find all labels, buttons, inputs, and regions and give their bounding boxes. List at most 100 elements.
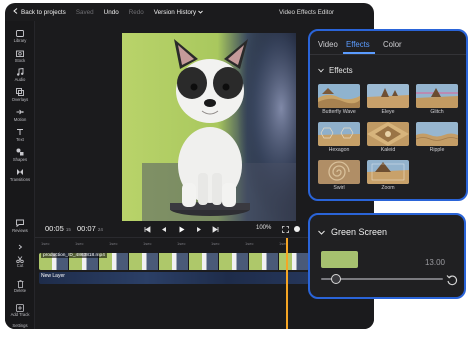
effect-eleye[interactable]: Eleye [367,84,409,115]
active-tab-indicator [343,52,375,54]
effect-zoom[interactable]: Zoom [367,160,409,191]
green-screen-panel: Green Screen 13.00 [308,213,466,299]
volume-slider-knob[interactable] [293,225,301,233]
effect-thumbnail [318,160,360,184]
effect-swirl[interactable]: Swirl [318,160,360,191]
sidebar-item-reviews[interactable]: Reviews [5,219,35,233]
add-track-label: Add Track [10,312,30,317]
sidebar-item-label: Motion [13,117,27,122]
step-back-icon[interactable] [159,225,167,233]
skip-end-icon[interactable] [211,225,219,233]
stock-icon [16,49,25,57]
effect-thumbnail [367,160,409,184]
effect-hexagon[interactable]: Hexagon [318,122,360,153]
current-time-value: 00:05 [45,224,64,233]
sidebar-item-shapes[interactable]: Shapes [5,148,35,162]
undo-button[interactable]: Undo [104,9,119,16]
total-time-value: 00:07 [77,224,96,233]
sidebar-item-stock[interactable]: Stock [5,49,35,63]
effects-section-header[interactable]: Effects [318,66,353,75]
effect-label: Swirl [333,185,345,191]
version-history-button[interactable]: Version History [154,9,203,16]
overlays-icon [16,88,25,96]
ruler-tick: 1sec [109,241,118,246]
reset-icon[interactable] [446,273,458,286]
transitions-icon [16,168,25,176]
effect-ripple[interactable]: Ripple [416,122,458,153]
effect-thumbnail [416,84,458,108]
cut-label: Cut [16,263,24,268]
video-preview[interactable] [122,33,296,221]
skip-start-icon[interactable] [143,225,151,233]
settings-button[interactable]: Settings [5,323,35,328]
sidebar-item-text[interactable]: Text [5,128,35,142]
ruler-tick: 1sec [75,241,84,246]
shapes-icon [16,148,25,156]
back-label: Back to projects [21,8,66,16]
tab-color[interactable]: Color [383,40,402,49]
redo-button[interactable]: Redo [129,9,144,16]
ruler-tick: 1sec [245,241,254,246]
delete-label: Delete [13,288,27,293]
current-time: 00:05 15 [45,224,71,233]
panel-tabs: Video Effects Color [310,31,466,55]
sidebar-item-label: Library [13,38,27,43]
effect-label: Zoom [381,185,395,191]
play-icon[interactable] [177,225,185,233]
chevron-left-icon [13,8,18,16]
version-history-label: Version History [153,8,197,16]
back-to-projects-button[interactable]: Back to projects [13,8,66,16]
cut-button[interactable]: Cut [5,256,35,268]
sidebar-item-label: Transitions [9,177,31,182]
threshold-value[interactable]: 13.00 [425,258,445,267]
top-bar: Back to projects Saved Undo Redo Version… [5,3,374,21]
layer-clip-label: New Layer [41,273,65,279]
music-icon [16,68,25,76]
ruler-tick: 1sec [177,241,186,246]
total-time: 00:07 24 [77,224,103,233]
expand-button[interactable] [5,244,35,250]
effects-panel: Video Effects Color Effects Butterfly Wa… [308,29,468,201]
ruler-tick: 1sec [41,241,50,246]
effect-thumbnail [318,84,360,108]
add-track-button[interactable]: Add Track [5,304,35,317]
trash-icon [17,280,23,288]
green-screen-header[interactable]: Green Screen [318,227,387,237]
sidebar-item-label: Stock [14,58,26,63]
tab-effects[interactable]: Effects [346,40,370,49]
delete-button[interactable]: Delete [5,280,35,293]
sidebar-item-label: Reviews [12,228,28,233]
sidebar-item-label: Text [16,137,24,142]
fullscreen-icon[interactable] [281,225,289,233]
sidebar-item-transitions[interactable]: Transitions [5,168,35,182]
effect-label: Eleye [381,109,395,115]
sidebar-item-motion[interactable]: Motion [5,108,35,122]
chevron-down-icon [198,9,203,16]
sidebar-item-overlays[interactable]: Overlays [5,88,35,102]
sidebar-item-library[interactable]: Library [5,29,35,43]
sidebar-item-label: Audio [14,77,26,82]
effect-glitch[interactable]: Glitch [416,84,458,115]
scissors-icon [16,256,24,263]
key-color-swatch[interactable] [321,251,358,268]
sidebar-item-audio[interactable]: Audio [5,68,35,82]
sidebar-item-label: Shapes [12,157,28,162]
step-forward-icon[interactable] [195,225,203,233]
effect-thumbnail [367,84,409,108]
text-icon [16,128,25,136]
tab-video[interactable]: Video [318,40,338,49]
threshold-slider-knob[interactable] [330,274,341,284]
settings-label: Settings [12,323,28,328]
effect-butterfly-wave[interactable]: Butterfly Wave [318,84,360,115]
reviews-icon [16,219,25,227]
effect-thumbnail [367,122,409,146]
layer-clip[interactable] [39,272,309,284]
effect-kaleid[interactable]: Kaleid [367,122,409,153]
effect-thumbnail [318,122,360,146]
playhead[interactable] [286,238,288,329]
effect-label: Glitch [430,109,444,115]
motion-icon [16,108,25,116]
green-screen-title: Green Screen [331,227,388,237]
sidebar-item-label: Overlays [11,97,29,102]
zoom-level[interactable]: 100% [256,225,271,231]
